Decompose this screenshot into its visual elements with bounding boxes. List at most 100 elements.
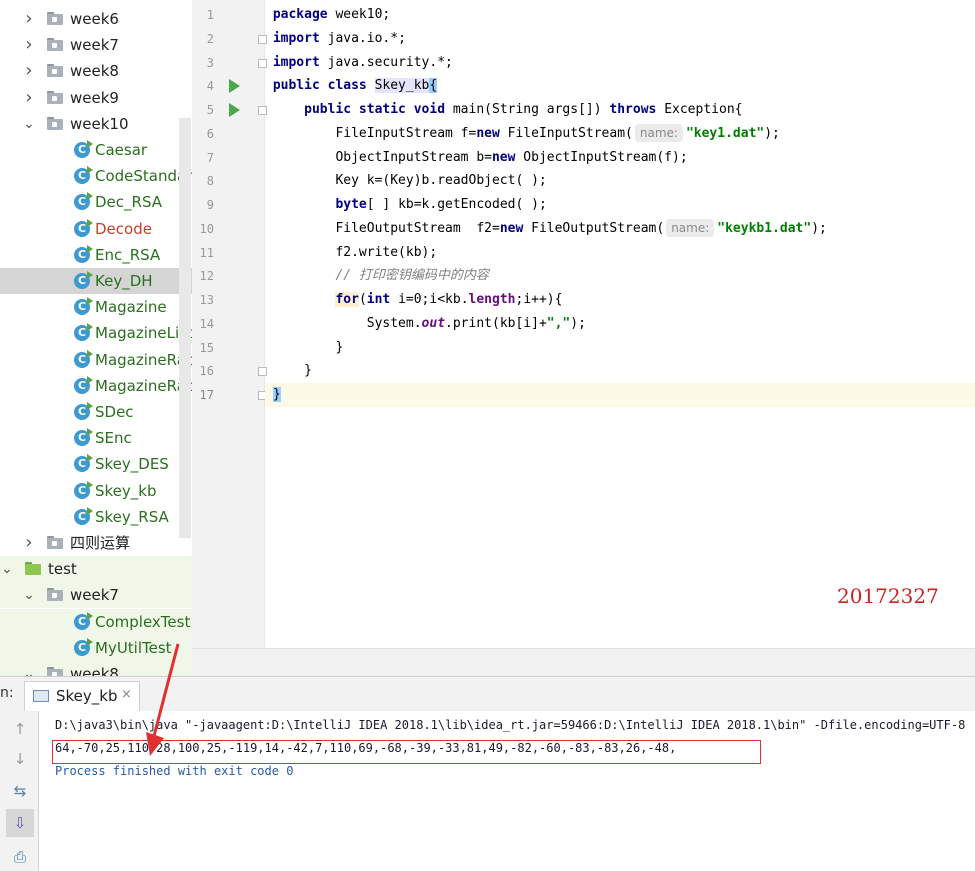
chevron-right-icon[interactable]: › bbox=[22, 58, 36, 84]
line-number: 2 bbox=[206, 31, 214, 46]
class-icon: C bbox=[74, 166, 93, 185]
tree-folder-item[interactable]: ⌄ week7 bbox=[0, 582, 192, 609]
tree-item-label: Skey_kb bbox=[95, 481, 157, 500]
run-tab-skey-kb[interactable]: Skey_kb × bbox=[24, 681, 140, 711]
code-line[interactable]: Key k=(Key)b.readObject( ); bbox=[265, 169, 975, 193]
code-editor[interactable]: 1 2 3 4 5 6 7 8 9 10 11 12 13 14 15 16 17 package week10… bbox=[192, 0, 975, 676]
tree-class-item[interactable]: C Dec_RSA bbox=[0, 189, 192, 215]
rerun-up-icon[interactable]: ↑ bbox=[10, 719, 30, 739]
code-token: FileOutputStream( bbox=[523, 220, 665, 236]
chevron-right-icon[interactable]: › bbox=[22, 32, 36, 58]
tree-item-label: week10 bbox=[70, 114, 129, 133]
code-line[interactable]: public class Skey_kb{ bbox=[265, 74, 975, 98]
tree-folder-item[interactable]: › week6 bbox=[0, 6, 192, 32]
tree-scrollbar[interactable] bbox=[179, 118, 191, 538]
tree-class-item[interactable]: C Key_DH bbox=[0, 268, 192, 294]
tree-folder-item[interactable]: ⌄ week10 bbox=[0, 111, 192, 137]
class-icon: C bbox=[74, 349, 93, 368]
tree-folder-item[interactable]: › week8 bbox=[0, 58, 192, 84]
tree-class-item[interactable]: C Skey_kb bbox=[0, 478, 192, 504]
chevron-down-icon[interactable]: ⌄ bbox=[0, 556, 14, 582]
tree-class-item[interactable]: C Decode bbox=[0, 216, 192, 242]
tree-class-item[interactable]: C Magazine bbox=[0, 294, 192, 320]
tree-class-item[interactable]: C SEnc bbox=[0, 425, 192, 451]
code-token: { bbox=[429, 78, 438, 94]
folder-icon bbox=[47, 12, 63, 25]
code-token: Exception{ bbox=[656, 102, 743, 117]
tree-item-label: Key_DH bbox=[95, 272, 153, 290]
chevron-down-icon[interactable]: ⌄ bbox=[22, 111, 36, 137]
code-line[interactable]: // 打印密钥编码中的内容 bbox=[265, 264, 975, 288]
tree-class-item[interactable]: C SDec bbox=[0, 399, 192, 425]
tree-item-label: week7 bbox=[70, 586, 119, 605]
code-line[interactable]: FileOutputStream f2=new FileOutputStream… bbox=[265, 217, 975, 241]
code-token: ObjectInputStream(f); bbox=[515, 149, 688, 165]
scroll-to-end-icon[interactable]: ⇩ bbox=[6, 809, 34, 837]
class-icon: C bbox=[74, 637, 93, 656]
chevron-down-icon[interactable]: ⌄ bbox=[22, 582, 36, 608]
code-token: byte bbox=[335, 197, 367, 212]
tree-folder-item[interactable]: › week7 bbox=[0, 32, 192, 58]
code-line[interactable]: import java.io.*; bbox=[265, 27, 975, 51]
tree-class-item[interactable]: C MagazineRac bbox=[0, 373, 192, 399]
line-number: 1 bbox=[206, 8, 214, 22]
chevron-right-icon[interactable]: › bbox=[22, 6, 36, 32]
project-tree[interactable]: › week6 › week7 › week8 › week9 ⌄ week10 C Caesar C C… bbox=[0, 0, 192, 676]
chevron-down-icon[interactable]: ⌄ bbox=[22, 661, 36, 676]
code-line[interactable]: } bbox=[265, 383, 975, 407]
tree-item-label: Skey_RSA bbox=[95, 507, 169, 526]
print-icon[interactable]: ⎙ bbox=[10, 847, 30, 867]
code-token: public static void bbox=[304, 102, 446, 117]
tree-class-item[interactable]: C Skey_DES bbox=[0, 451, 192, 477]
code-line[interactable]: } bbox=[265, 336, 975, 360]
code-line[interactable]: } bbox=[265, 359, 975, 383]
chevron-right-icon[interactable]: › bbox=[22, 85, 36, 111]
code-token: import bbox=[272, 54, 320, 70]
class-icon: C bbox=[74, 271, 93, 289]
tree-class-item[interactable]: C MagazineList bbox=[0, 320, 192, 346]
code-line[interactable]: f2.write(kb); bbox=[265, 241, 975, 265]
code-token: f2.write(kb); bbox=[272, 244, 438, 260]
tree-item-label: Dec_RSA bbox=[95, 193, 163, 212]
class-icon: C bbox=[74, 611, 93, 630]
code-token: System. bbox=[272, 315, 422, 331]
code-token: "keykb1.dat" bbox=[717, 220, 812, 236]
class-icon: C bbox=[74, 506, 93, 525]
code-token: ); bbox=[811, 220, 827, 236]
tree-class-item[interactable]: C Skey_RSA bbox=[0, 504, 192, 530]
folder-icon bbox=[47, 536, 63, 549]
tree-class-item[interactable]: C MagazineRac bbox=[0, 347, 192, 373]
code-line[interactable]: package week10; bbox=[265, 3, 975, 27]
chevron-right-icon[interactable]: › bbox=[22, 530, 36, 556]
code-token: for bbox=[335, 292, 359, 307]
tree-folder-item[interactable]: › 四则运算 bbox=[0, 530, 192, 556]
folder-icon bbox=[47, 588, 63, 602]
soft-wrap-icon[interactable]: ⇆ bbox=[10, 781, 30, 801]
folder-icon bbox=[25, 562, 41, 576]
code-line[interactable]: ObjectInputStream b=new ObjectInputStrea… bbox=[265, 146, 975, 170]
code-line[interactable]: System.out.print(kb[i]+","); bbox=[265, 312, 975, 336]
run-icon[interactable] bbox=[229, 103, 240, 117]
code-area[interactable]: package week10; import java.io.*; import… bbox=[265, 0, 975, 676]
rerun-down-icon[interactable]: ↓ bbox=[10, 749, 30, 769]
tree-class-item[interactable]: C Caesar bbox=[0, 137, 192, 163]
editor-horizontal-scroll-area[interactable] bbox=[192, 648, 975, 676]
tree-class-item[interactable]: C CodeStandard bbox=[0, 163, 192, 189]
tree-folder-item[interactable]: ⌄ test bbox=[0, 556, 192, 583]
close-icon[interactable]: × bbox=[121, 687, 132, 702]
code-line[interactable]: for(int i=0;i<kb.length;i++){ bbox=[265, 288, 975, 312]
code-line[interactable]: byte[ ] kb=k.getEncoded( ); bbox=[265, 193, 975, 217]
code-line[interactable]: public static void main(String args[]) t… bbox=[265, 98, 975, 122]
tree-item-label: SEnc bbox=[95, 429, 132, 448]
tree-class-item[interactable]: C Enc_RSA bbox=[0, 242, 192, 268]
tree-folder-item[interactable]: › week9 bbox=[0, 85, 192, 111]
tree-class-item[interactable]: C ComplexTest bbox=[0, 608, 192, 635]
code-token: import bbox=[272, 30, 320, 46]
run-icon[interactable] bbox=[229, 79, 240, 94]
code-line[interactable]: FileInputStream f=new FileInputStream(na… bbox=[265, 122, 975, 146]
code-line[interactable]: import java.security.*; bbox=[265, 51, 975, 75]
tree-item-label: MagazineList bbox=[95, 324, 192, 343]
